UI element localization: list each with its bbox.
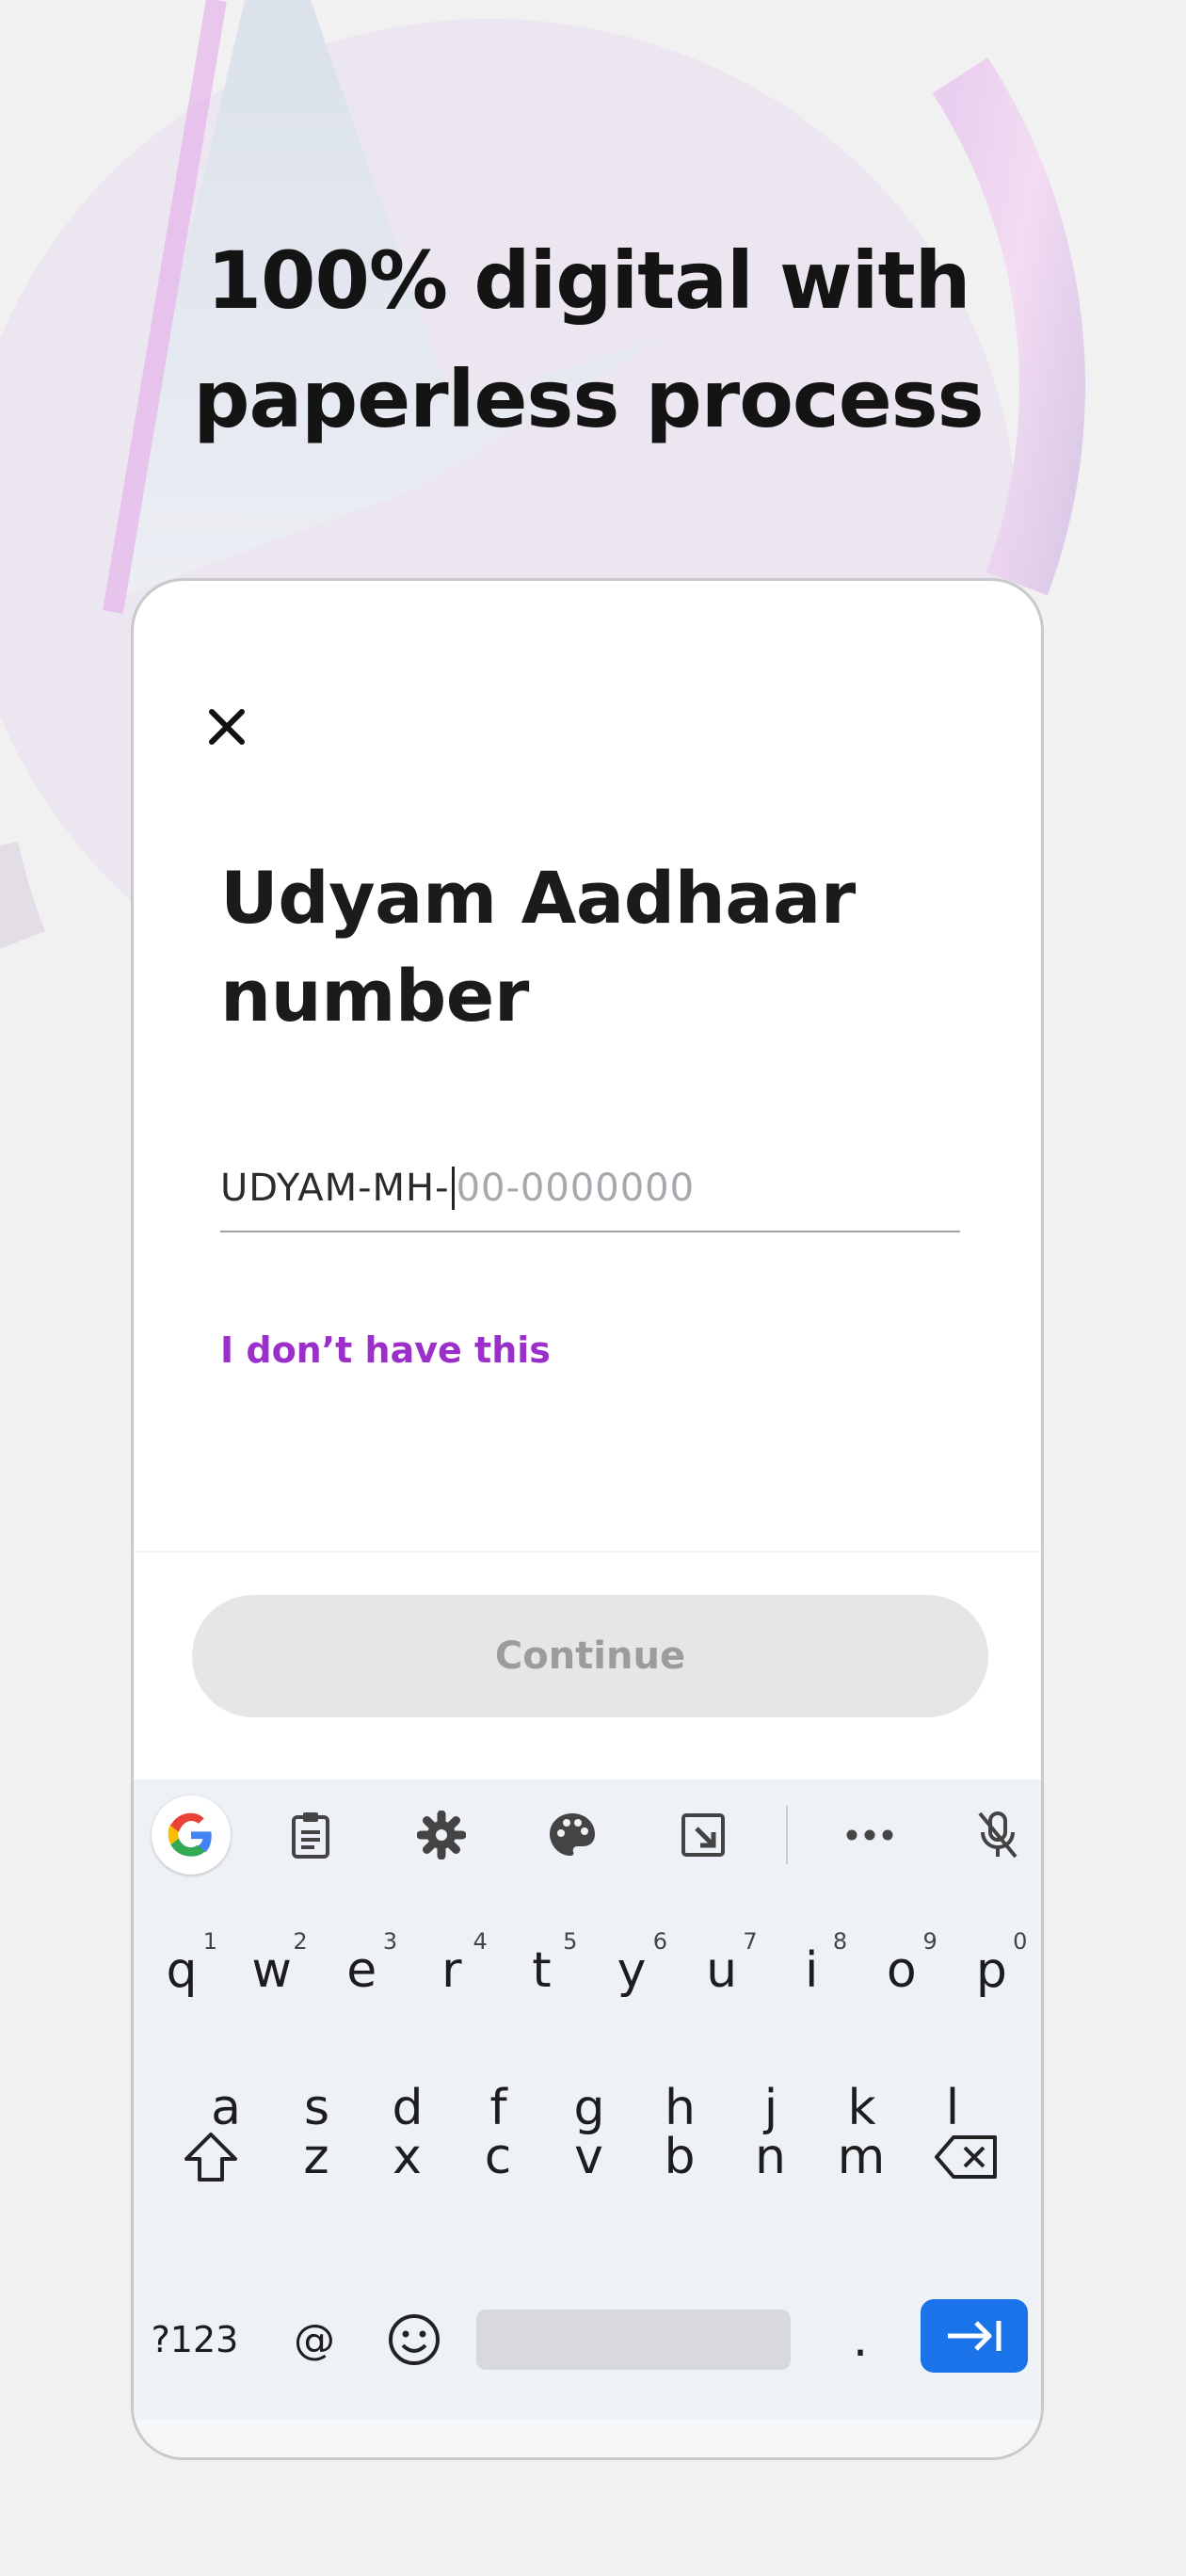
key-label: z: [303, 2129, 329, 2185]
key-label: y: [617, 1942, 647, 1999]
close-icon: [209, 709, 245, 745]
backspace-key[interactable]: [921, 2105, 1011, 2209]
google-button[interactable]: [152, 1795, 231, 1875]
key-r[interactable]: r4: [407, 1919, 497, 2022]
emoji-icon: [389, 2314, 440, 2365]
settings-button[interactable]: [402, 1795, 481, 1875]
settings-icon: [417, 1811, 466, 1860]
period-key[interactable]: .: [815, 2288, 906, 2391]
key-label: w: [251, 1942, 292, 1999]
key-p[interactable]: p0: [946, 1919, 1036, 2022]
key-hint: 3: [382, 1928, 398, 1955]
symbols-key[interactable]: ?123: [143, 2288, 247, 2391]
key-hint: 0: [1013, 1928, 1028, 1955]
no-udyam-link[interactable]: I don’t have this: [220, 1329, 551, 1371]
key-w[interactable]: w2: [227, 1919, 317, 2022]
key-label: o: [886, 1942, 917, 1999]
key-u[interactable]: u7: [677, 1919, 767, 2022]
page-title: Udyam Aadhaar number: [220, 849, 973, 1045]
tab-arrow-icon: [948, 2321, 1002, 2351]
key-hint: 2: [293, 1928, 308, 1955]
key-label: n: [755, 2129, 786, 2185]
key-hint: 1: [202, 1928, 217, 1955]
key-label: p: [975, 1942, 1007, 1999]
key-label: m: [837, 2129, 886, 2185]
key-i[interactable]: i8: [766, 1919, 857, 2022]
key-label: e: [346, 1942, 377, 1999]
key-c[interactable]: c: [453, 2105, 543, 2209]
keyboard-toolbar: [134, 1779, 1041, 1891]
key-label: c: [484, 2129, 512, 2185]
key-n[interactable]: n: [726, 2105, 816, 2209]
headline-line-2: paperless process: [193, 353, 984, 445]
key-hint: 8: [832, 1928, 848, 1955]
shift-key[interactable]: [166, 2105, 256, 2209]
key-label: x: [393, 2129, 422, 2185]
bottom-sheet: Udyam Aadhaar number UDYAM-MH- 00-000000…: [131, 578, 1044, 2460]
key-label: u: [706, 1942, 738, 1999]
google-icon: [168, 1812, 212, 1857]
key-y[interactable]: y6: [586, 1919, 677, 2022]
key-o[interactable]: o9: [857, 1919, 947, 2022]
next-key[interactable]: [921, 2299, 1028, 2373]
title-line-1: Udyam Aadhaar: [220, 856, 856, 940]
key-hint: 6: [652, 1928, 667, 1955]
divider: [134, 1551, 1041, 1553]
key-hint: 4: [473, 1928, 488, 1955]
more-icon: [846, 1829, 893, 1841]
key-label: t: [532, 1942, 552, 1999]
resize-button[interactable]: [664, 1795, 743, 1875]
key-m[interactable]: m: [816, 2105, 906, 2209]
emoji-key[interactable]: [369, 2288, 459, 2391]
key-label: b: [664, 2129, 696, 2185]
key-x[interactable]: x: [362, 2105, 453, 2209]
text-caret: [451, 1167, 455, 1210]
headline: 100% digital with paperless process: [0, 221, 1177, 459]
key-label: r: [441, 1942, 462, 1999]
clipboard-icon: [292, 1812, 329, 1859]
toolbar-divider: [786, 1806, 788, 1864]
keyboard: q1w2e3r4t5y6u7i8o9p0 asdfghjkl zxcvbnm ?…: [134, 1779, 1041, 2457]
key-label: q: [166, 1942, 198, 1999]
key-hint: 5: [563, 1928, 578, 1955]
key-hint: 9: [922, 1928, 938, 1955]
continue-button[interactable]: Continue: [192, 1595, 988, 1717]
key-z[interactable]: z: [271, 2105, 361, 2209]
key-label: i: [804, 1942, 819, 1999]
clipboard-button[interactable]: [271, 1795, 350, 1875]
input-prefix: UDYAM-MH-: [220, 1167, 450, 1210]
backspace-icon: [935, 2135, 997, 2179]
palette-icon: [550, 1813, 595, 1856]
key-t[interactable]: t5: [496, 1919, 586, 2022]
input-placeholder: 00-0000000: [456, 1167, 696, 1210]
theme-button[interactable]: [533, 1795, 612, 1875]
space-key[interactable]: [476, 2310, 791, 2370]
shift-icon: [184, 2133, 237, 2182]
key-q[interactable]: q1: [136, 1919, 227, 2022]
key-label: v: [574, 2129, 603, 2185]
key-hint: 7: [743, 1928, 758, 1955]
key-e[interactable]: e3: [316, 1919, 407, 2022]
mic-off-icon: [978, 1811, 1018, 1859]
headline-line-1: 100% digital with: [206, 234, 971, 327]
key-b[interactable]: b: [634, 2105, 725, 2209]
title-line-2: number: [220, 954, 529, 1038]
close-button[interactable]: [200, 700, 254, 754]
keyboard-bottom-strip: [134, 2420, 1041, 2457]
key-v[interactable]: v: [544, 2105, 634, 2209]
mic-button[interactable]: [958, 1795, 1037, 1875]
resize-icon: [681, 1813, 725, 1857]
udyam-number-input[interactable]: UDYAM-MH- 00-0000000: [220, 1146, 960, 1232]
more-button[interactable]: [830, 1795, 909, 1875]
at-key[interactable]: @: [269, 2288, 360, 2391]
